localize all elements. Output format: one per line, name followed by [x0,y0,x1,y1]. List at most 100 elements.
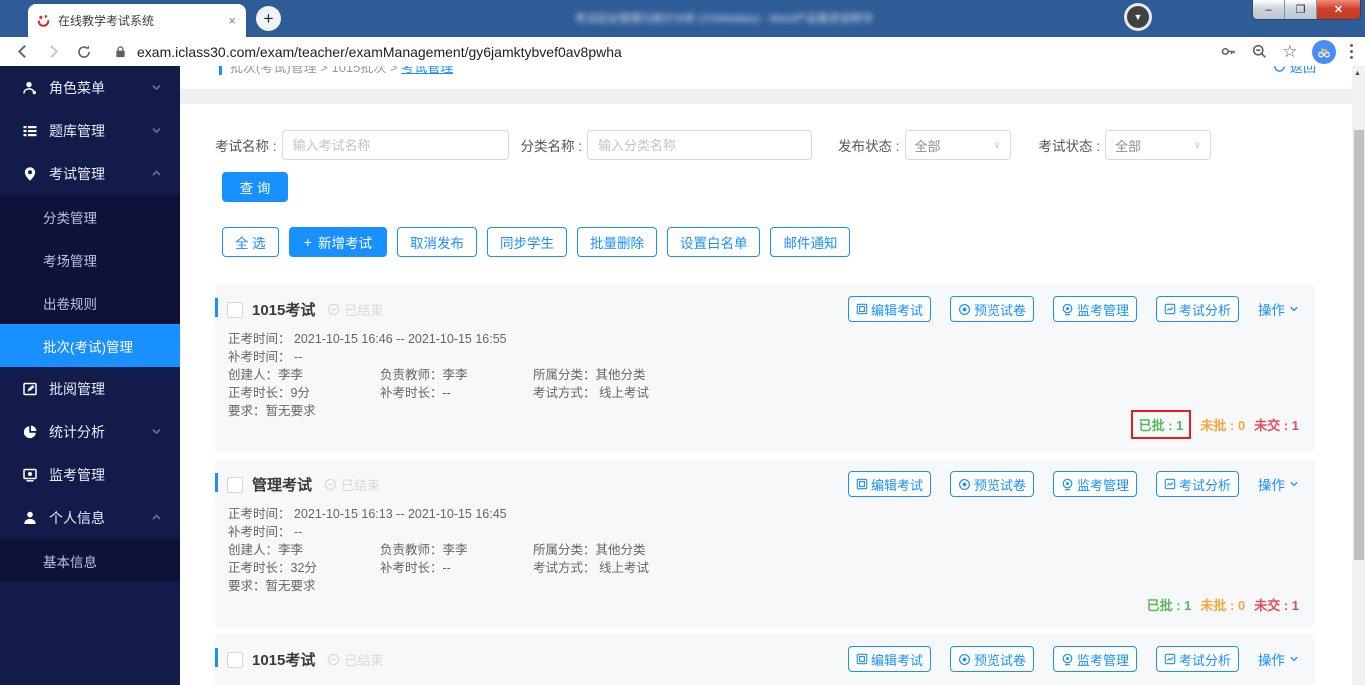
profile-avatar[interactable] [1311,39,1336,64]
analysis-chart-icon [1164,653,1176,665]
browser-menu-icon[interactable] [1349,43,1353,60]
button-label: 编辑考试 [870,652,923,668]
minimize-button[interactable]: – [1253,0,1285,19]
analysis-chart-icon [1164,478,1176,490]
return-arrow-icon [1274,66,1285,72]
exam-status-label: 考试状态 : [1038,139,1101,154]
scrollbar-thumb[interactable] [1353,130,1364,560]
graded-stat-highlighted: 已批 : 1 [1130,410,1192,439]
card-header: 1015考试 已结束 编辑考试 预览试卷 监考管理 考试分析 操作 [215,634,1315,672]
maximize-button[interactable]: ❐ [1285,0,1317,19]
sidebar-item-label: 统计分析 [49,423,105,440]
exam-analysis-button[interactable]: 考试分析 [1155,471,1239,497]
preview-paper-button[interactable]: 预览试卷 [949,471,1034,497]
exam-card: 1015考试 已结束 编辑考试 预览试卷 监考管理 考试分析 操作 [215,284,1315,452]
whitelist-button[interactable]: 设置白名单 [666,227,761,257]
proctor-manage-button[interactable]: 监考管理 [1052,471,1137,497]
exam-mode: 考试方式： 线上考试 [533,386,649,400]
select-all-button[interactable]: 全 选 [222,227,279,257]
sync-students-button[interactable]: 同步学生 [486,227,567,257]
sidebar-item-proctor-management[interactable]: 监考管理 [0,453,180,496]
exam-name-input[interactable] [281,130,509,160]
sidebar-item-examroom-management[interactable]: 考场管理 [0,238,180,281]
plus-icon: + [303,234,312,250]
eye-icon [958,653,970,665]
sidebar-item-question-bank[interactable]: 题库管理 [0,109,180,152]
key-icon[interactable] [1220,43,1237,60]
publish-status-select[interactable]: 全部 ∨ [904,130,1011,160]
person-icon [24,511,36,524]
sidebar-item-statistics[interactable]: 统计分析 [0,410,180,453]
sidebar-item-category-management[interactable]: 分类管理 [0,195,180,238]
button-label: 考试分析 [1178,477,1231,493]
webcam-icon [1062,653,1073,665]
card-checkbox[interactable] [227,301,243,318]
chevron-down-icon: ∨ [1193,139,1202,151]
button-label: 预览试卷 [973,302,1026,318]
preview-paper-button[interactable]: 预览试卷 [949,296,1034,322]
sidebar-item-exam-management[interactable]: 考试管理 [0,152,180,195]
sidebar-item-batch-exam-management[interactable]: 批次(考试)管理 [0,324,180,367]
button-label: 监考管理 [1076,477,1129,493]
sidebar-item-paper-rules[interactable]: 出卷规则 [0,281,180,324]
sidebar-item-label: 考试管理 [49,165,105,182]
more-actions-link[interactable]: 操作 [1258,649,1299,669]
forward-icon[interactable] [45,43,62,60]
status-label: 已结束 [344,653,384,668]
proctor-manage-button[interactable]: 监考管理 [1052,646,1137,672]
button-label: 监考管理 [1076,652,1129,668]
tab-close-icon[interactable]: × [226,12,238,29]
back-link[interactable]: 返回 [1273,66,1316,76]
sidebar-subitem-label: 基本信息 [43,554,97,570]
exam-status-select[interactable]: 全部 ∨ [1105,130,1212,160]
back-link-label: 返回 [1289,66,1316,75]
back-icon[interactable] [14,43,31,60]
add-exam-button[interactable]: + 新增考试 [288,227,387,257]
page-scrollbar[interactable]: ▲ [1352,66,1365,685]
sidebar-item-role-menu[interactable]: 角色菜单 [0,66,180,109]
sidebar-item-basic-info[interactable]: 基本信息 [0,539,180,582]
breadcrumb-trail: 批次(考试)管理 > 1015批次 > [230,66,402,75]
lock-icon[interactable] [114,45,127,59]
mail-notify-button[interactable]: 邮件通知 [770,227,851,257]
sidebar-item-personal-info[interactable]: 个人信息 [0,496,180,539]
sidebar-item-label: 监考管理 [49,466,105,483]
chevron-down-icon [152,84,161,91]
breadcrumb-current[interactable]: 考试管理 [401,66,453,75]
card-checkbox[interactable] [227,651,243,668]
more-actions-link[interactable]: 操作 [1258,474,1299,494]
filter-row: 考试名称 : 分类名称 : 发布状态 : 全部 ∨ 考试状态 : 全部 ∨ [215,130,1315,160]
batch-delete-button[interactable]: 批量删除 [576,227,657,257]
refresh-icon[interactable] [76,44,92,60]
bookmark-star-icon[interactable]: ☆ [1282,43,1297,60]
edit-exam-button[interactable]: 编辑考试 [847,646,931,672]
category-name-input[interactable] [587,130,813,160]
scroll-up-icon[interactable]: ▲ [1354,70,1361,77]
card-actions: 编辑考试 预览试卷 监考管理 考试分析 操作 [847,296,1299,322]
cancel-publish-button[interactable]: 取消发布 [396,227,477,257]
titlebar-profile-button[interactable]: ▼ [1124,3,1152,31]
more-actions-link[interactable]: 操作 [1258,299,1299,319]
browser-tab[interactable]: 在线教学考试系统 × [28,4,246,37]
card-status: 已结束 [324,475,380,494]
card-checkbox[interactable] [227,476,243,493]
close-button[interactable]: ✕ [1317,0,1360,19]
button-label: 预览试卷 [973,477,1026,493]
proctor-manage-button[interactable]: 监考管理 [1052,296,1137,322]
breadcrumb-accent-bar [219,66,222,75]
edit-exam-button[interactable]: 编辑考试 [847,296,931,322]
makeup-duration: 补考时长：-- [380,386,451,400]
url-text[interactable]: exam.iclass30.com/exam/teacher/examManag… [137,44,622,60]
search-button[interactable]: 查 询 [222,172,288,202]
edit-exam-button[interactable]: 编辑考试 [847,471,931,497]
new-tab-button[interactable]: + [256,6,281,31]
browser-urlbar: exam.iclass30.com/exam/teacher/examManag… [0,37,1365,67]
card-status: 已结束 [327,650,383,669]
sidebar-item-review-management[interactable]: 批阅管理 [0,367,180,410]
edit-exam-icon [856,303,868,315]
review-edit-icon [23,382,37,395]
preview-paper-button[interactable]: 预览试卷 [949,646,1034,672]
exam-analysis-button[interactable]: 考试分析 [1155,646,1239,672]
zoom-out-icon[interactable] [1251,43,1268,60]
exam-analysis-button[interactable]: 考试分析 [1155,296,1239,322]
